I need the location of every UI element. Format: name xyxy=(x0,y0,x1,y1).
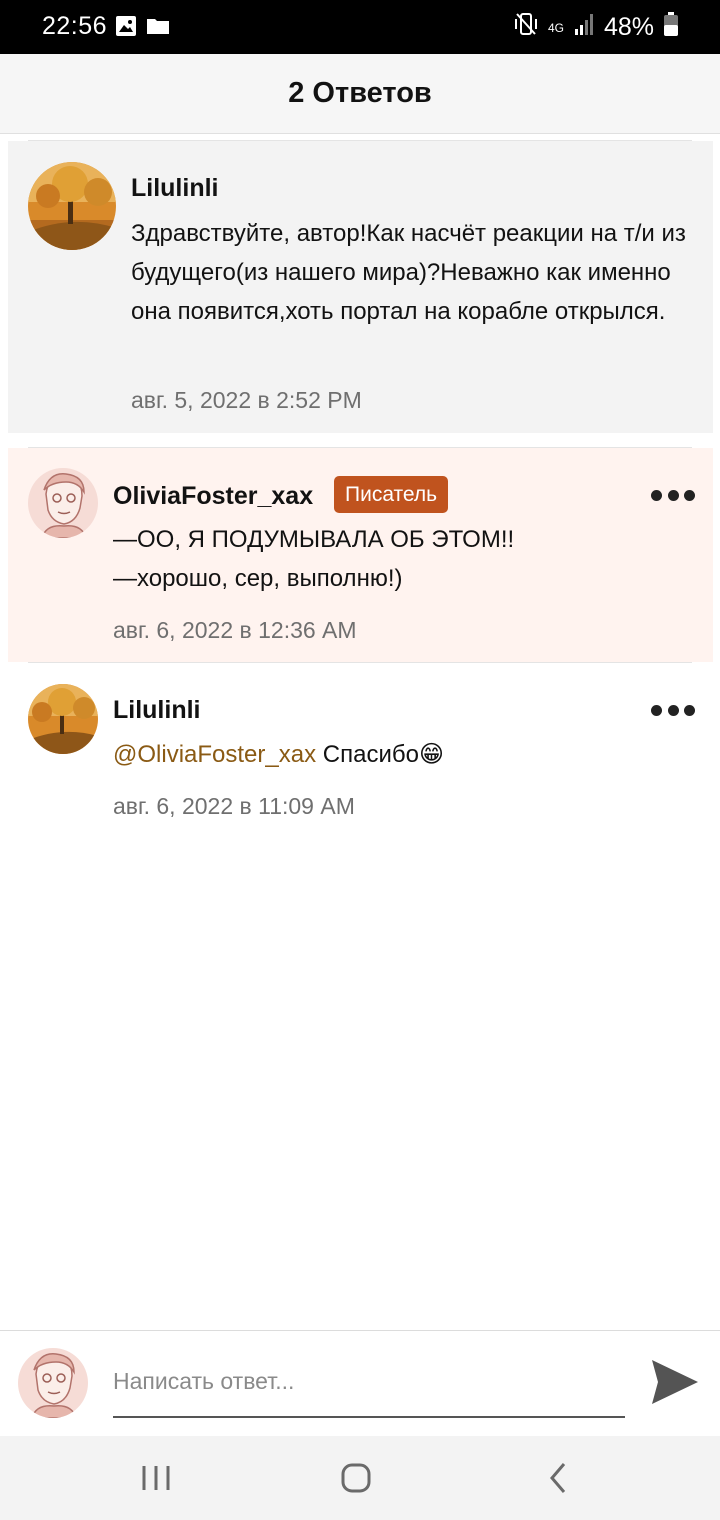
mention-link[interactable]: @OliviaFoster_xax xyxy=(113,741,316,768)
network-type: 4G xyxy=(547,20,564,35)
dot xyxy=(667,489,679,501)
folder-icon xyxy=(147,16,169,41)
status-time: 22:56 xyxy=(42,12,108,40)
comment-timestamp: авг. 6, 2022 в 11:09 AM xyxy=(113,793,355,819)
comment-text: —ОО, Я ПОДУМЫВАЛА ОБ ЭТОМ!! —хорошо, сер… xyxy=(113,520,693,598)
comment-line: —хорошо, сер, выполню!) xyxy=(113,565,403,592)
writer-badge: Писатель xyxy=(334,476,449,513)
home-icon[interactable] xyxy=(334,1456,378,1500)
avatar[interactable] xyxy=(28,468,98,538)
status-right: 4G 48% xyxy=(514,12,678,43)
dot xyxy=(684,704,695,716)
comment-author[interactable]: OliviaFoster_xax xyxy=(113,482,313,511)
current-user-avatar xyxy=(18,1348,88,1418)
comment-item: OliviaFoster_xax Писатель —ОО, Я ПОДУМЫВ… xyxy=(0,434,720,662)
signal-icon xyxy=(574,13,594,42)
battery-percent: 48% xyxy=(603,13,654,41)
comment-timestamp: авг. 6, 2022 в 12:36 AM xyxy=(113,617,357,643)
dot xyxy=(651,489,662,501)
image-icon xyxy=(116,16,136,41)
comment-item: Lilulinli Здравствуйте, автор!Как насчёт… xyxy=(0,134,720,434)
dot xyxy=(651,704,662,716)
comment-text: @OliviaFoster_xax Спасибо😁 xyxy=(113,735,693,774)
grin-emoji-icon: 😁 xyxy=(418,741,444,768)
avatar[interactable] xyxy=(28,162,116,250)
navigation-bar xyxy=(0,1436,720,1520)
comment-author[interactable]: Lilulinli xyxy=(113,696,201,725)
comment-line: —ОО, Я ПОДУМЫВАЛА ОБ ЭТОМ!! xyxy=(113,526,515,553)
dot xyxy=(667,704,679,716)
send-icon[interactable] xyxy=(650,1358,700,1411)
recent-apps-icon[interactable] xyxy=(134,1456,178,1500)
back-icon[interactable] xyxy=(536,1456,580,1500)
page-title: 2 Ответов xyxy=(288,77,432,109)
status-bar: 22:56 4G 48% xyxy=(0,0,720,54)
comment-author[interactable]: Lilulinli xyxy=(131,174,219,203)
vibrate-icon xyxy=(514,12,538,43)
comment-text: Здравствуйте, автор!Как насчёт реакции н… xyxy=(131,220,686,325)
page-header: 2 Ответов xyxy=(0,54,720,134)
comment-timestamp: авг. 5, 2022 в 2:52 PM xyxy=(131,387,362,413)
reply-input[interactable]: Написать ответ... xyxy=(113,1352,625,1418)
comment-item: Lilulinli @OliviaFoster_xax Спасибо😁 авг… xyxy=(0,662,720,832)
battery-icon xyxy=(664,12,678,43)
comment-text-content: Спасибо xyxy=(316,741,419,768)
more-options-icon[interactable] xyxy=(651,700,695,720)
dot xyxy=(684,489,695,501)
avatar[interactable] xyxy=(28,684,98,754)
divider xyxy=(28,662,692,663)
more-options-icon[interactable] xyxy=(651,485,695,505)
